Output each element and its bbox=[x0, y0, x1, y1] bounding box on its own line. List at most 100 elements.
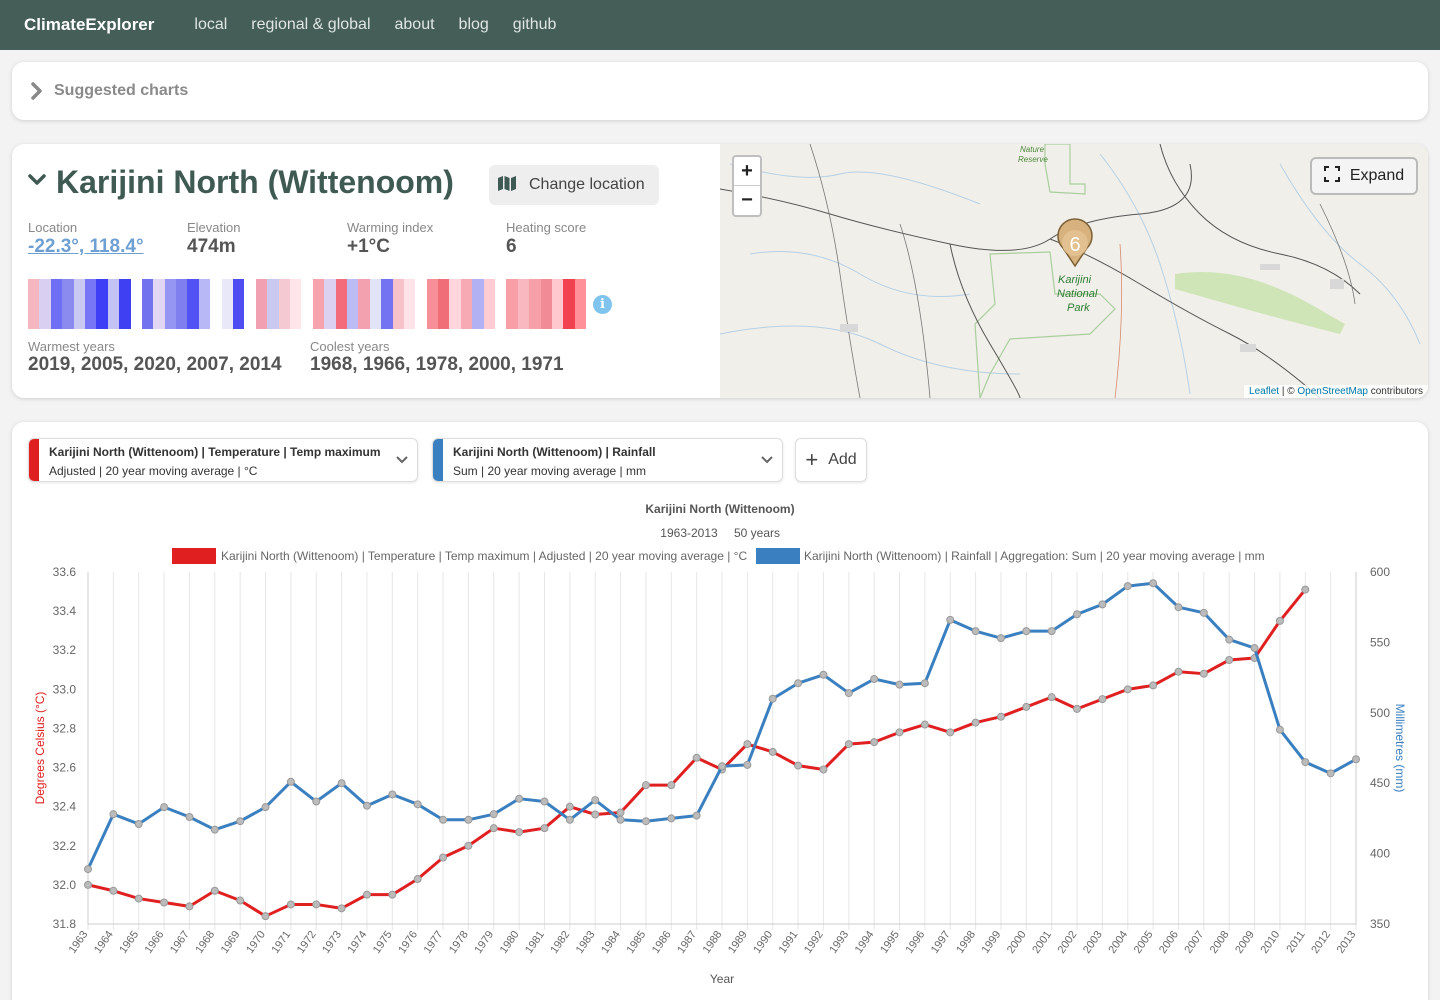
data-point-rainfall[interactable] bbox=[591, 796, 600, 805]
data-point-rainfall[interactable] bbox=[489, 810, 498, 819]
data-point-temperature[interactable] bbox=[210, 886, 219, 895]
warming-stripe[interactable] bbox=[176, 279, 188, 329]
data-point-rainfall[interactable] bbox=[616, 815, 625, 824]
data-point-rainfall[interactable] bbox=[210, 825, 219, 834]
legend-swatch-rainfall[interactable] bbox=[756, 548, 800, 564]
warming-stripe[interactable] bbox=[255, 279, 268, 329]
warming-stripe[interactable] bbox=[449, 279, 461, 329]
data-point-rainfall[interactable] bbox=[261, 803, 270, 812]
data-point-rainfall[interactable] bbox=[794, 679, 803, 688]
data-point-rainfall[interactable] bbox=[160, 803, 169, 812]
warming-stripe[interactable] bbox=[39, 279, 51, 329]
data-point-rainfall[interactable] bbox=[996, 634, 1005, 643]
warming-stripe[interactable] bbox=[301, 279, 313, 329]
warming-stripe[interactable] bbox=[529, 279, 541, 329]
info-icon[interactable]: i bbox=[593, 295, 612, 314]
data-point-temperature[interactable] bbox=[870, 738, 879, 747]
data-point-rainfall[interactable] bbox=[1174, 603, 1183, 612]
legend-swatch-temperature[interactable] bbox=[172, 548, 216, 564]
data-point-temperature[interactable] bbox=[591, 810, 600, 819]
data-point-temperature[interactable] bbox=[616, 808, 625, 817]
warming-stripe[interactable] bbox=[346, 279, 359, 329]
zoom-in-button[interactable]: + bbox=[734, 157, 760, 186]
warming-stripes[interactable] bbox=[28, 279, 587, 329]
data-point-rainfall[interactable] bbox=[1199, 608, 1208, 617]
warming-stripe[interactable] bbox=[574, 279, 587, 329]
data-point-rainfall[interactable] bbox=[819, 670, 828, 679]
warming-stripe[interactable] bbox=[563, 279, 575, 329]
data-point-temperature[interactable] bbox=[1098, 695, 1107, 704]
data-point-temperature[interactable] bbox=[692, 753, 701, 762]
data-point-temperature[interactable] bbox=[464, 841, 473, 850]
data-point-temperature[interactable] bbox=[920, 720, 929, 729]
data-point-temperature[interactable] bbox=[1047, 693, 1056, 702]
warming-stripe[interactable] bbox=[50, 279, 63, 329]
warming-stripe[interactable] bbox=[551, 279, 564, 329]
data-point-temperature[interactable] bbox=[160, 898, 169, 907]
data-point-rainfall[interactable] bbox=[540, 797, 549, 806]
data-point-temperature[interactable] bbox=[1301, 585, 1310, 594]
warming-stripe[interactable] bbox=[312, 279, 325, 329]
warming-stripe[interactable] bbox=[28, 279, 40, 329]
change-location-button[interactable]: Change location bbox=[489, 165, 659, 205]
data-point-temperature[interactable] bbox=[109, 886, 118, 895]
data-point-temperature[interactable] bbox=[946, 728, 955, 737]
data-point-temperature[interactable] bbox=[971, 718, 980, 727]
data-point-temperature[interactable] bbox=[286, 900, 295, 909]
warming-stripe[interactable] bbox=[483, 279, 496, 329]
data-point-temperature[interactable] bbox=[794, 761, 803, 770]
data-point-rainfall[interactable] bbox=[743, 760, 752, 769]
nav-link-blog[interactable]: blog bbox=[459, 16, 489, 34]
nav-link-github[interactable]: github bbox=[513, 16, 557, 34]
warming-stripe[interactable] bbox=[164, 279, 177, 329]
warming-stripe[interactable] bbox=[358, 279, 370, 329]
data-point-rainfall[interactable] bbox=[946, 615, 955, 624]
location-map[interactable]: Nature Reserve Karijini National Park 6 … bbox=[720, 144, 1428, 398]
data-point-rainfall[interactable] bbox=[1352, 755, 1360, 764]
data-point-rainfall[interactable] bbox=[768, 694, 777, 703]
data-point-temperature[interactable] bbox=[1275, 616, 1284, 625]
data-point-rainfall[interactable] bbox=[667, 814, 676, 823]
data-point-temperature[interactable] bbox=[1149, 681, 1158, 690]
data-point-rainfall[interactable] bbox=[286, 777, 295, 786]
warming-stripe[interactable] bbox=[233, 279, 245, 329]
data-point-rainfall[interactable] bbox=[185, 812, 194, 821]
data-point-temperature[interactable] bbox=[261, 912, 270, 921]
warming-stripe[interactable] bbox=[107, 279, 120, 329]
data-point-temperature[interactable] bbox=[667, 781, 676, 790]
nav-link-about[interactable]: about bbox=[395, 16, 435, 34]
warming-stripe[interactable] bbox=[96, 279, 108, 329]
data-point-rainfall[interactable] bbox=[870, 675, 879, 684]
data-point-rainfall[interactable] bbox=[84, 865, 92, 874]
data-point-rainfall[interactable] bbox=[109, 810, 118, 819]
data-point-rainfall[interactable] bbox=[362, 801, 371, 810]
warming-stripe[interactable] bbox=[153, 279, 165, 329]
data-point-temperature[interactable] bbox=[439, 853, 448, 862]
warming-stripe[interactable] bbox=[369, 279, 382, 329]
data-point-rainfall[interactable] bbox=[1275, 725, 1284, 734]
warming-stripe[interactable] bbox=[221, 279, 234, 329]
warming-stripe[interactable] bbox=[460, 279, 473, 329]
data-point-rainfall[interactable] bbox=[1149, 579, 1158, 588]
data-point-rainfall[interactable] bbox=[515, 794, 524, 803]
data-point-rainfall[interactable] bbox=[641, 817, 650, 826]
warming-stripe[interactable] bbox=[244, 279, 256, 329]
warming-stripe[interactable] bbox=[84, 279, 97, 329]
data-point-rainfall[interactable] bbox=[413, 800, 422, 809]
data-point-temperature[interactable] bbox=[312, 900, 321, 909]
data-point-rainfall[interactable] bbox=[1098, 600, 1107, 609]
warming-stripe[interactable] bbox=[403, 279, 416, 329]
data-point-rainfall[interactable] bbox=[1225, 635, 1234, 644]
data-point-rainfall[interactable] bbox=[1326, 769, 1335, 778]
warming-stripe[interactable] bbox=[130, 279, 142, 329]
osm-link[interactable]: OpenStreetMap bbox=[1297, 386, 1368, 397]
warming-stripe[interactable] bbox=[141, 279, 154, 329]
data-point-rainfall[interactable] bbox=[1250, 644, 1259, 653]
data-point-temperature[interactable] bbox=[844, 740, 853, 749]
data-point-rainfall[interactable] bbox=[971, 627, 980, 636]
warming-stripe[interactable] bbox=[540, 279, 552, 329]
legend-label-rainfall[interactable]: Karijini North (Wittenoom) | Rainfall | … bbox=[804, 549, 1265, 563]
data-point-rainfall[interactable] bbox=[134, 820, 143, 829]
data-point-temperature[interactable] bbox=[768, 747, 777, 756]
warming-stripe[interactable] bbox=[517, 279, 530, 329]
